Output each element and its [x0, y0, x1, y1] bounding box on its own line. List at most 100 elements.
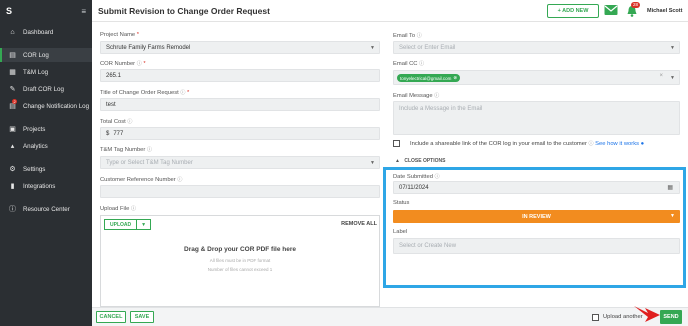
email-to-select[interactable]: Select or Enter Email ▼: [393, 41, 680, 54]
label-field-label: Label: [393, 229, 408, 235]
email-message-textarea[interactable]: Include a Message in the Email: [393, 101, 680, 135]
chevron-down-icon: ▼: [670, 45, 675, 51]
calendar-icon[interactable]: ▦: [667, 184, 673, 191]
cor-number-label: COR Number ⓘ *: [100, 61, 146, 67]
date-submitted-value: 07/11/2024: [399, 184, 429, 191]
project-name-value: Schrute Family Farms Remodel: [106, 44, 191, 51]
drop-zone-hint-format: All files must be in PDF format: [209, 258, 271, 263]
collapse-menu-icon[interactable]: ≡: [81, 7, 86, 16]
project-name-label: Project Name *: [100, 32, 140, 38]
currency-symbol: $: [106, 130, 110, 137]
sidebar-item-label: Integrations: [23, 182, 56, 190]
total-cost-input[interactable]: $ 777: [100, 127, 380, 140]
drop-zone-title: Drag & Drop your COR PDF file here: [184, 246, 296, 253]
gear-icon: ⚙: [9, 166, 16, 173]
document-icon: ▤: [9, 52, 16, 59]
notification-badge: 2: [12, 98, 18, 104]
home-icon: ⌂: [10, 28, 15, 36]
sidebar-item-label: Projects: [23, 125, 46, 133]
cor-number-value: 265.1: [106, 72, 122, 79]
sidebar-item-dashboard[interactable]: ⌂ Dashboard: [0, 25, 92, 39]
sidebar-item-draft-cor-log[interactable]: ✎ Draft COR Log: [0, 82, 92, 96]
plug-icon: ▮: [10, 183, 15, 190]
add-new-button[interactable]: + ADD NEW: [547, 4, 599, 18]
info-circle-icon: ●: [640, 141, 645, 147]
project-name-select[interactable]: Schrute Family Farms Remodel ▼: [100, 41, 380, 54]
status-value: IN REVIEW: [522, 213, 551, 220]
date-submitted-label: Date Submitted ⓘ: [393, 174, 440, 180]
upload-another-checkbox[interactable]: [592, 314, 599, 321]
label-placeholder: Select or Create New: [399, 243, 457, 249]
sidebar-item-label: Dashboard: [23, 28, 54, 36]
page-title: Submit Revision to Change Order Request: [98, 5, 270, 16]
sidebar-item-integrations[interactable]: ▮ Integrations: [0, 179, 92, 193]
app-logo[interactable]: S: [6, 6, 12, 16]
remove-all-button[interactable]: REMOVE ALL: [341, 221, 377, 227]
sidebar-item-label: Analytics: [23, 142, 48, 150]
chip-remove-icon[interactable]: ⊗: [453, 75, 457, 81]
sidebar-item-label: Resource Center: [23, 205, 70, 213]
customer-ref-input[interactable]: [100, 185, 380, 198]
sidebar-item-resource-center[interactable]: ⓘ Resource Center: [0, 202, 92, 216]
upload-file-label: Upload File ⓘ: [100, 206, 136, 212]
tm-tag-select[interactable]: Type or Select T&M Tag Number ▼: [100, 156, 380, 169]
title-label: Title of Change Order Request ⓘ *: [100, 90, 190, 96]
chevron-up-icon: ▲: [395, 158, 400, 164]
drop-zone-hint-count: Number of files cannot exceed 1: [207, 267, 273, 272]
upload-dropdown-chevron-icon[interactable]: ▼: [137, 220, 150, 229]
edit-icon: ✎: [9, 86, 16, 93]
sidebar-item-label: Draft COR Log: [23, 85, 64, 93]
red-arrow-annotation: [634, 306, 660, 322]
sidebar-item-tm-log[interactable]: ▦ T&M Log: [0, 65, 92, 79]
sidebar-item-cor-log[interactable]: ▤ COR Log: [0, 48, 92, 62]
file-drop-zone[interactable]: UPLOAD ▼ REMOVE ALL Drag & Drop your COR…: [100, 215, 380, 307]
briefcase-icon: ▣: [9, 126, 16, 133]
help-icon: ⓘ: [9, 206, 16, 213]
upload-button[interactable]: UPLOAD: [105, 220, 138, 229]
status-select[interactable]: IN REVIEW ▼: [393, 210, 680, 223]
shareable-link-label: Include a shareable link of the COR log …: [410, 141, 645, 147]
send-button[interactable]: SEND: [660, 310, 682, 324]
date-submitted-input[interactable]: 07/11/2024 ▦: [393, 181, 680, 194]
customer-ref-label: Customer Reference Number ⓘ: [100, 177, 183, 183]
total-cost-label: Total Cost ⓘ: [100, 119, 133, 125]
sidebar-item-label: COR Log: [23, 51, 49, 59]
chevron-down-icon: ▼: [370, 160, 375, 166]
sidebar-item-analytics[interactable]: ▴ Analytics: [0, 139, 92, 153]
clear-icon[interactable]: ×: [659, 73, 663, 79]
cor-number-input[interactable]: 265.1: [100, 69, 380, 82]
sidebar: S ≡ ⌂ Dashboard ▤ COR Log ▦ T&M Log ✎ Dr…: [0, 0, 92, 326]
bottom-action-bar: CANCEL SAVE Upload another SEND: [92, 306, 688, 326]
save-button[interactable]: SAVE: [130, 311, 154, 323]
see-how-it-works-link[interactable]: See how it works: [595, 141, 639, 147]
sidebar-item-label: Change Notification Log: [23, 102, 90, 110]
sidebar-item-settings[interactable]: ⚙ Settings: [0, 162, 92, 176]
email-cc-chip-label: tonyelectrical@gmail.com: [400, 75, 452, 81]
label-select[interactable]: Select or Create New: [393, 238, 680, 254]
tm-tag-label: T&M Tag Number ⓘ: [100, 147, 152, 153]
sidebar-item-change-notification-log[interactable]: ▤ 2 Change Notification Log: [0, 98, 92, 113]
cancel-button[interactable]: CANCEL: [96, 311, 126, 323]
sidebar-item-label: Settings: [23, 165, 46, 173]
email-to-placeholder: Select or Enter Email: [399, 44, 456, 51]
email-cc-chip[interactable]: tonyelectrical@gmail.com ⊗: [397, 74, 461, 82]
email-message-label: Email Message ⓘ: [393, 93, 440, 99]
mail-icon[interactable]: [604, 4, 618, 16]
sidebar-item-label: T&M Log: [23, 68, 49, 76]
total-cost-value: 777: [113, 130, 124, 137]
title-input[interactable]: test: [100, 98, 380, 111]
sidebar-item-projects[interactable]: ▣ Projects: [0, 122, 92, 136]
shareable-link-checkbox[interactable]: [393, 140, 400, 147]
user-name[interactable]: Michael Scott: [647, 8, 682, 14]
sidebar-header: S ≡: [0, 0, 92, 22]
notification-count-badge: 28: [631, 2, 641, 8]
chart-icon: ▴: [10, 143, 15, 150]
email-to-label: Email To ⓘ: [393, 33, 422, 39]
top-bar: Submit Revision to Change Order Request …: [92, 0, 688, 22]
form-panel: Project Name * Schrute Family Farms Remo…: [92, 22, 688, 307]
tm-tag-placeholder: Type or Select T&M Tag Number: [106, 159, 193, 166]
email-message-placeholder: Include a Message in the Email: [399, 106, 483, 112]
grid-icon: ▦: [9, 69, 16, 76]
chevron-down-icon: ▼: [670, 213, 675, 219]
close-options-toggle[interactable]: ▲ CLOSE OPTIONS: [395, 158, 445, 164]
